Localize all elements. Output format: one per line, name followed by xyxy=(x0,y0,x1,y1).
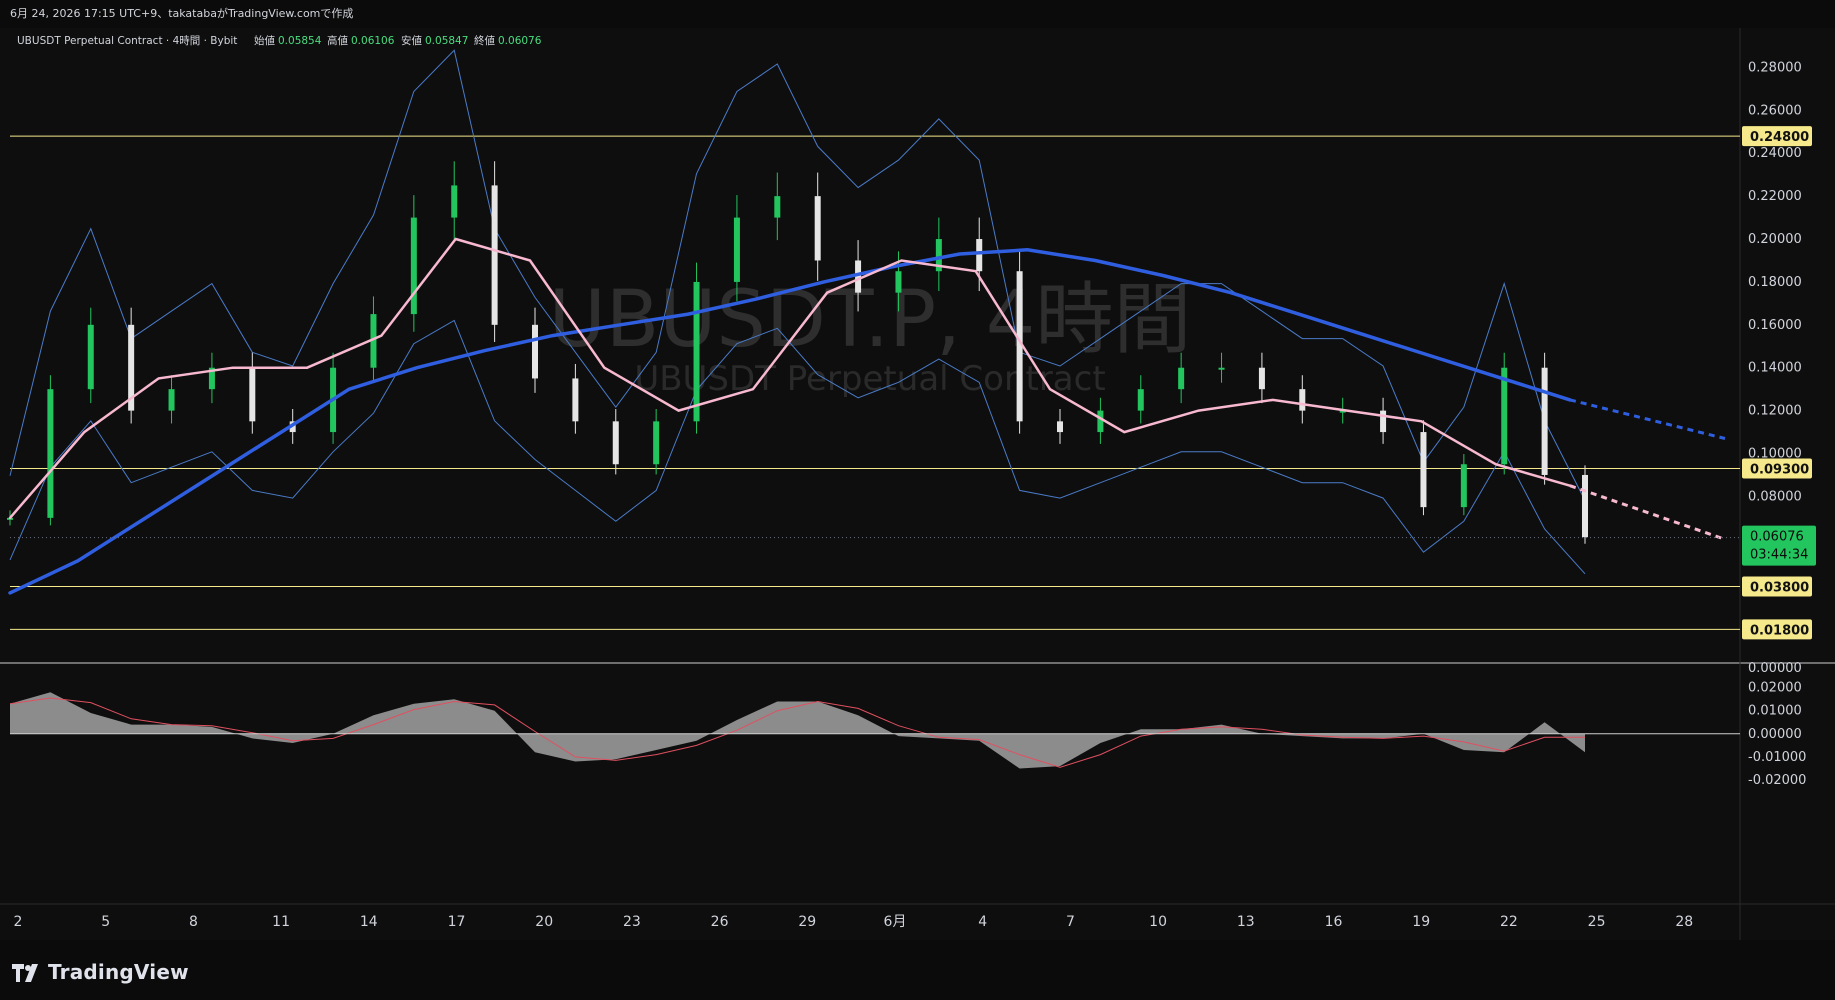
time-tick-label: 11 xyxy=(272,914,290,930)
candle-body xyxy=(1541,367,1548,475)
candle-body xyxy=(168,389,175,411)
time-tick-label: 14 xyxy=(360,914,378,930)
candle-body xyxy=(774,196,781,218)
candle-body xyxy=(1420,432,1427,508)
price-tick-label: 0.16000 xyxy=(1748,318,1802,333)
legend-symbol: UBUSDT Perpetual Contract · 4時間 · Bybit xyxy=(17,35,237,47)
candle-body xyxy=(976,239,983,272)
chart-caption: 6月 24, 2026 17:15 UTC+9、takatabaがTrading… xyxy=(0,0,1835,28)
price-chart[interactable]: UBUSDT.P, 4時間 UBUSDT Perpetual Contract … xyxy=(0,28,1835,940)
candle-body xyxy=(532,324,538,379)
level-tag-label: 0.01800 xyxy=(1750,623,1809,638)
level-tag-label: 0.03800 xyxy=(1750,580,1809,595)
candle-body xyxy=(895,271,902,293)
candle-body xyxy=(1258,367,1265,390)
candle-body xyxy=(1501,367,1508,465)
candle-body xyxy=(1137,389,1144,411)
price-tick-label: 0.18000 xyxy=(1748,275,1802,290)
tradingview-wordmark: TradingView xyxy=(48,960,189,984)
time-tick-label: 22 xyxy=(1500,914,1518,930)
price-tick-label: 0.26000 xyxy=(1748,103,1802,118)
legend-high-value: 0.06106 xyxy=(351,35,395,47)
candle-body xyxy=(491,185,498,325)
candle-body xyxy=(733,217,740,282)
price-tick-label: 0.12000 xyxy=(1748,404,1802,419)
level-tag-label: 0.09300 xyxy=(1750,463,1809,478)
time-tick-label: 13 xyxy=(1237,914,1255,930)
candle-body xyxy=(653,421,660,465)
macd-tick-label: 0.01000 xyxy=(1748,704,1802,719)
price-tick-label: 0.28000 xyxy=(1748,60,1802,75)
macd-tick-label: 0.02000 xyxy=(1748,681,1802,696)
candle-body xyxy=(693,281,700,422)
time-tick-label: 26 xyxy=(711,914,729,930)
legend-close-label: 終値 xyxy=(474,34,495,47)
candle-body xyxy=(1380,410,1387,433)
price-tick-label: 0.24000 xyxy=(1748,146,1802,161)
price-tick-label: 0.00000 xyxy=(1748,661,1802,676)
legend-low-value: 0.05847 xyxy=(425,35,468,47)
time-tick-label: 5 xyxy=(101,914,110,930)
candle-body xyxy=(1218,367,1225,370)
level-tag-label: 0.24800 xyxy=(1750,130,1809,145)
time-tick-label: 6月 xyxy=(884,914,907,930)
time-tick-label: 29 xyxy=(798,914,816,930)
candle-body xyxy=(410,217,417,315)
ohlc-legend: UBUSDT Perpetual Contract · 4時間 · Bybit … xyxy=(17,34,542,47)
legend-high-label: 高値 xyxy=(327,34,348,47)
countdown-label: 03:44:34 xyxy=(1750,548,1808,563)
legend-open-label: 始値 xyxy=(254,34,275,47)
candle-body xyxy=(572,378,579,422)
legend-low-label: 安値 xyxy=(401,34,422,47)
time-tick-label: 2 xyxy=(14,914,23,930)
legend-open-value: 0.05854 xyxy=(278,35,322,47)
time-tick-label: 25 xyxy=(1588,914,1606,930)
price-tick-label: 0.20000 xyxy=(1748,232,1802,247)
candle-body xyxy=(87,324,94,390)
time-tick-label: 23 xyxy=(623,914,641,930)
candle-body xyxy=(47,389,54,518)
time-tick-label: 4 xyxy=(978,914,987,930)
candle-body xyxy=(1299,389,1306,411)
tradingview-logo[interactable]: TradingView xyxy=(12,960,189,984)
current-price-label: 0.06076 xyxy=(1750,530,1804,545)
candle-body xyxy=(451,185,458,218)
macd-tick-label: 0.00000 xyxy=(1748,727,1802,742)
candle-body xyxy=(1178,367,1185,390)
price-tick-label: 0.08000 xyxy=(1748,489,1802,504)
candle-body xyxy=(1460,464,1467,508)
tradingview-mark-icon xyxy=(12,963,42,982)
time-tick-label: 16 xyxy=(1325,914,1343,930)
candle-body xyxy=(814,196,821,261)
macd-tick-label: -0.01000 xyxy=(1748,750,1806,765)
candle-body xyxy=(1582,474,1588,538)
time-tick-label: 19 xyxy=(1412,914,1430,930)
time-tick-label: 7 xyxy=(1066,914,1075,930)
candle-body xyxy=(249,367,256,422)
price-tick-label: 0.22000 xyxy=(1748,189,1802,204)
candle-body xyxy=(1097,410,1104,433)
time-tick-label: 17 xyxy=(448,914,466,930)
time-tick-label: 28 xyxy=(1675,914,1693,930)
price-tick-label: 0.14000 xyxy=(1748,361,1802,376)
macd-tick-label: -0.02000 xyxy=(1748,773,1806,788)
time-tick-label: 8 xyxy=(189,914,198,930)
time-tick-label: 10 xyxy=(1149,914,1167,930)
footer-bar xyxy=(0,940,1835,1000)
candle-body xyxy=(1057,421,1063,433)
time-tick-label: 20 xyxy=(535,914,553,930)
candle-body xyxy=(612,421,619,465)
legend-close-value: 0.06076 xyxy=(498,35,542,47)
